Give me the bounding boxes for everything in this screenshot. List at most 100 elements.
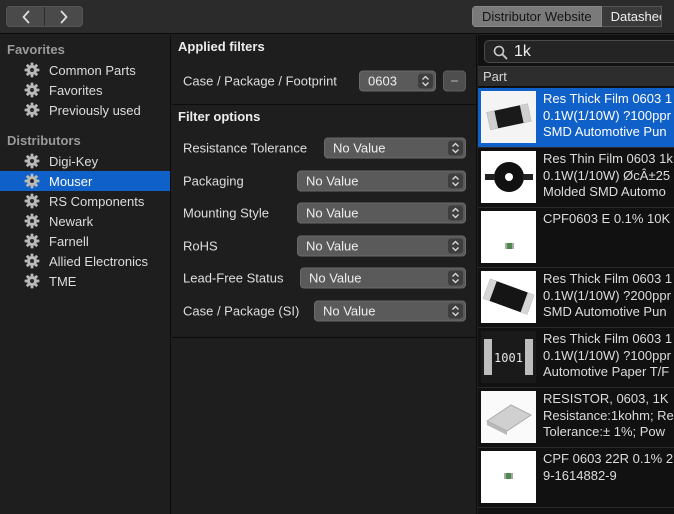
part-description: CPF 0603 22R 0.1% 2 9-1614882-9 [543, 451, 674, 483]
remove-filter-button[interactable] [443, 70, 466, 92]
up-down-arrows-icon [448, 303, 463, 319]
chevron-left-icon [22, 10, 29, 23]
filter-row-lead-free-status: Lead-Free Status No Value [172, 262, 476, 295]
list-item[interactable]: Res Thick Film 0603 1 0.1W(1/10W) ?100pp… [478, 88, 674, 148]
search-icon [493, 45, 508, 60]
sidebar-item-label: Previously used [49, 102, 141, 118]
sidebar-item-label: Favorites [49, 82, 103, 98]
list-item[interactable]: Res Thick Film 0603 1 0.1W(1/10W) ?200pp… [478, 268, 674, 328]
distributors-heading: Distributors [7, 133, 81, 148]
tiny-part-image [481, 211, 536, 263]
part-description: Res Thick Film 0603 1 0.1W(1/10W) ?100pp… [543, 331, 673, 380]
filter-row-resistance-tolerance: Resistance Tolerance No Value [172, 132, 476, 165]
sidebar-item-digi-key[interactable]: Digi-Key [0, 151, 170, 171]
divider [172, 337, 476, 338]
list-item[interactable]: CPF 0603 22R 0.1% 2 9-1614882-9 [478, 448, 674, 508]
sidebar-item-mouser[interactable]: Mouser [0, 171, 170, 191]
up-down-arrows-icon [448, 270, 463, 286]
tiny-part-image [481, 451, 536, 503]
filter-label: Packaging [183, 173, 244, 189]
list-item[interactable]: RESISTOR, 0603, 1K Resistance:1kohm; Re … [478, 388, 674, 448]
chip-resistor-angled-image [481, 271, 536, 323]
sidebar-item-previously-used[interactable]: Previously used [0, 100, 170, 120]
case-package-footprint-select[interactable]: 0603 [359, 70, 436, 92]
part-thumbnail [481, 391, 536, 443]
filter-label: RoHS [183, 238, 218, 254]
filter-row-rohs: RoHS No Value [172, 230, 476, 263]
part-thumbnail [481, 151, 536, 203]
up-down-arrows-icon [448, 140, 463, 156]
gear-icon [24, 82, 40, 98]
part-description: CPF0603 E 0.1% 10K [543, 211, 671, 226]
tab-distributor-website[interactable]: Distributor Website [472, 6, 602, 27]
sidebar-item-allied-electronics[interactable]: Allied Electronics [0, 251, 170, 271]
filter-label: Resistance Tolerance [183, 140, 308, 156]
select-value: No Value [323, 303, 376, 319]
gear-icon [24, 233, 40, 249]
toolbar: Distributor Website Datasheet [0, 0, 674, 34]
results-list: Res Thick Film 0603 1 0.1W(1/10W) ?100pp… [478, 88, 674, 508]
rohs-select[interactable]: No Value [297, 235, 466, 257]
marked-resistor-image: 1001 [481, 331, 536, 383]
chevron-right-icon [60, 10, 67, 23]
gear-icon [24, 213, 40, 229]
filter-options-title: Filter options [178, 109, 261, 124]
gear-icon [24, 153, 40, 169]
sidebar-item-farnell[interactable]: Farnell [0, 231, 170, 251]
sidebar-item-label: RS Components [49, 193, 145, 209]
packaging-select[interactable]: No Value [297, 170, 466, 192]
gear-icon [24, 102, 40, 118]
filters-panel: Applied filters Case / Package / Footpri… [172, 35, 477, 514]
select-value: No Value [306, 205, 359, 221]
filter-label: Case / Package (SI) [183, 303, 300, 319]
filter-label: Case / Package / Footprint [183, 73, 337, 89]
sidebar-item-newark[interactable]: Newark [0, 211, 170, 231]
gear-icon [24, 193, 40, 209]
sidebar-item-label: Allied Electronics [49, 253, 148, 269]
sidebar: Favorites Common Parts Favorites Previou… [0, 35, 171, 514]
select-value: 0603 [368, 73, 397, 89]
filter-row-case-package-si: Case / Package (SI) No Value [172, 295, 476, 328]
mounting-style-select[interactable]: No Value [297, 202, 466, 224]
part-thumbnail: 1001 [481, 331, 536, 383]
sidebar-item-label: Mouser [49, 173, 93, 189]
part-thumbnail [481, 211, 536, 263]
back-button[interactable] [7, 7, 44, 26]
sidebar-item-label: Farnell [49, 233, 89, 249]
sidebar-item-label: Common Parts [49, 62, 136, 78]
case-package-si-select[interactable]: No Value [314, 300, 466, 322]
search-field[interactable]: 1k [484, 40, 674, 63]
select-value: No Value [306, 173, 359, 189]
navigation-buttons [6, 6, 83, 27]
up-down-arrows-icon [448, 238, 463, 254]
sidebar-item-favorites[interactable]: Favorites [0, 80, 170, 100]
column-header-part[interactable]: Part [478, 66, 674, 87]
filter-label: Lead-Free Status [183, 270, 284, 286]
results-panel: 1k Part Res Thick Film 0603 1 0.1W(1/10W… [478, 35, 674, 514]
up-down-arrows-icon [418, 73, 433, 89]
part-description: RESISTOR, 0603, 1K Resistance:1kohm; Re … [543, 391, 674, 440]
resistance-tolerance-select[interactable]: No Value [324, 137, 466, 159]
lead-free-status-select[interactable]: No Value [300, 267, 466, 289]
reel-image [481, 151, 536, 203]
tab-datasheet[interactable]: Datasheet [601, 6, 662, 27]
resistor-marking: 1001 [494, 351, 523, 365]
sidebar-item-rs-components[interactable]: RS Components [0, 191, 170, 211]
sidebar-item-common-parts[interactable]: Common Parts [0, 60, 170, 80]
part-description: Res Thick Film 0603 1 0.1W(1/10W) ?200pp… [543, 271, 673, 320]
gear-icon [24, 62, 40, 78]
sidebar-item-label: TME [49, 273, 77, 289]
gear-icon [24, 273, 40, 289]
up-down-arrows-icon [448, 173, 463, 189]
select-value: No Value [333, 140, 386, 156]
list-item[interactable]: Res Thin Film 0603 1k 0.1W(1/10W) ØcÂ±25… [478, 148, 674, 208]
part-description: Res Thin Film 0603 1k 0.1W(1/10W) ØcÂ±25… [543, 151, 673, 200]
chip-resistor-image [481, 91, 536, 143]
forward-button[interactable] [44, 7, 82, 26]
sidebar-item-tme[interactable]: TME [0, 271, 170, 291]
list-item[interactable]: 1001 Res Thick Film 0603 1 0.1W(1/10W) ?… [478, 328, 674, 388]
list-item[interactable]: CPF0603 E 0.1% 10K [478, 208, 674, 268]
select-value: No Value [309, 270, 362, 286]
sidebar-item-label: Newark [49, 213, 94, 229]
search-input[interactable]: 1k [514, 42, 531, 62]
